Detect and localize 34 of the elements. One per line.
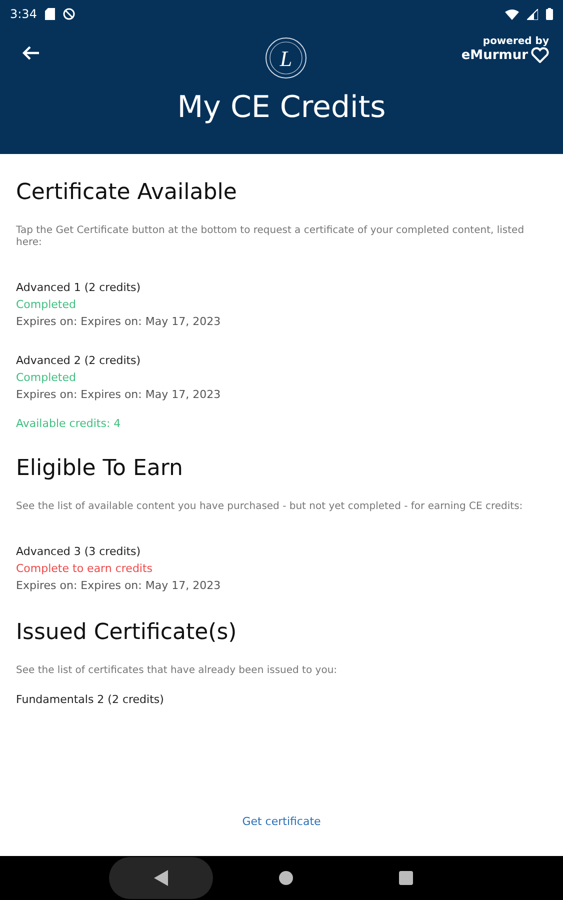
get-certificate-button[interactable]: Get certificate — [234, 811, 329, 832]
expiry-date: Expires on: Expires on: May 17, 2023 — [16, 314, 222, 330]
section-heading: Certificate Available — [16, 180, 238, 205]
course-name: Fundamentals 2 (2 credits) — [16, 692, 165, 708]
section-heading: Issued Certificate(s) — [16, 620, 238, 645]
battery-icon — [546, 8, 553, 20]
expiry-date: Expires on: Expires on: May 17, 2023 — [16, 578, 222, 594]
course-status: Complete to earn credits — [16, 560, 154, 577]
course-name: Advanced 2 (2 credits) — [16, 352, 142, 369]
signal-icon — [527, 8, 538, 20]
heart-icon — [531, 47, 549, 63]
course-name: Advanced 1 (2 credits) — [16, 280, 142, 296]
recents-button[interactable] — [399, 870, 413, 885]
section-description: See the list of certificates that have already been issued to you: — [16, 664, 338, 677]
course-status: Completed — [16, 296, 77, 313]
status-time: 3:34 — [10, 7, 37, 21]
no-sync-icon — [62, 8, 75, 20]
sd-card-icon — [44, 8, 55, 20]
back-triangle-icon — [154, 870, 168, 886]
section-description: See the list of available content you have purchased - but not yet completed - for earning CE credits: — [16, 500, 524, 513]
section-description: Tap the Get Certificate button at the bottom to request a certificate of your completed content, listed here: — [16, 224, 526, 249]
nav-back-button[interactable] — [109, 856, 213, 899]
available-credits: Available credits: 4 — [16, 416, 122, 430]
back-arrow-icon[interactable] — [22, 45, 40, 61]
page-title: My CE Credits — [176, 90, 387, 125]
powered-by-label: powered by — [482, 36, 549, 47]
wifi-icon — [505, 8, 519, 20]
logo-icon: L — [264, 36, 308, 80]
section-heading: Eligible To Earn — [16, 456, 184, 481]
expiry-date: Expires on: Expires on: May 17, 2023 — [16, 386, 222, 403]
brand-name: eMurmur — [461, 47, 549, 63]
home-button[interactable] — [279, 870, 293, 885]
course-status: Completed — [16, 370, 77, 386]
course-name: Advanced 3 (3 credits) — [16, 544, 142, 560]
